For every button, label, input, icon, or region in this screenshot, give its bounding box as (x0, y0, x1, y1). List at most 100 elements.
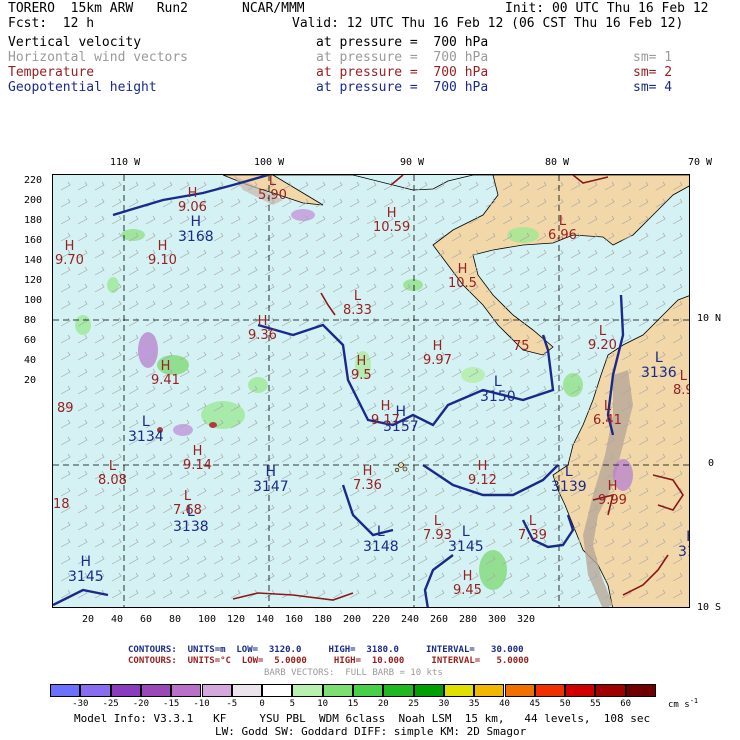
height-label: L 3136 (641, 350, 677, 381)
height-label: L 3148 (363, 524, 399, 555)
temperature-label: L 5.90 (258, 174, 287, 203)
lon-label-80w: 80 W (545, 157, 570, 168)
colorbar-label: -25 (102, 699, 119, 709)
colorbar-swatch (534, 684, 566, 697)
colorbar-swatch (625, 684, 656, 697)
temperature-label: L 6.96 (548, 214, 577, 243)
map-panel: H 3168 L 3136 L 3150 H 3157 L 3134 H 3147 L 3138 L 3148… (52, 174, 690, 608)
height-label: H 3147 (253, 464, 289, 495)
temperature-label: L 6.41 (593, 399, 622, 428)
temperature-label: H 9.97 (423, 339, 452, 368)
model-info: Model Info: V3.3.1 KF YSU PBL WDM 6class… (74, 712, 651, 725)
temperature-label: L 8.33 (343, 289, 372, 318)
colorbar-swatch (595, 684, 626, 697)
colorbar-swatch (353, 684, 384, 697)
temperature-label: L 8.08 (98, 459, 127, 488)
field-name-vertical-velocity: Vertical velocity (8, 35, 142, 50)
temperature-label: H 9.14 (183, 444, 212, 473)
colorbar-label: 25 (408, 699, 420, 709)
galapagos-2 (402, 466, 408, 472)
colorbar-label: 15 (347, 699, 359, 709)
colorbar-swatch (231, 684, 263, 697)
x-tick-label: 120 (227, 614, 246, 625)
field-level-wind-vectors: at pressure = 700 hPa (316, 50, 489, 65)
y-tick-label: 40 (24, 355, 37, 366)
colorbar-label: 40 (499, 699, 510, 709)
colorbar-swatch (413, 684, 444, 697)
x-tick-label: 40 (111, 614, 124, 625)
colorbar-label: 30 (438, 699, 450, 709)
temperature-label: H 9.99 (598, 479, 627, 508)
y-tick-label: 180 (24, 215, 43, 226)
lon-label-90w: 90 W (400, 157, 425, 168)
colorbar-swatch (383, 684, 414, 697)
height-label: H 3168 (178, 214, 214, 245)
temperature-label: H 9.41 (151, 359, 180, 388)
x-tick-label: 300 (488, 614, 507, 625)
lon-label-70w: 70 W (688, 157, 713, 168)
y-tick-label: 20 (24, 375, 37, 386)
x-tick-label: 320 (517, 614, 536, 625)
y-tick-label: 100 (24, 295, 43, 306)
colorbar-swatch (322, 684, 353, 697)
colorbar-swatch (262, 684, 293, 697)
barb-info: BARB VECTORS: FULL BARB = 10 kts (264, 668, 443, 678)
field-level-vertical-velocity: at pressure = 700 hPa (316, 35, 489, 50)
x-tick-label: 280 (459, 614, 478, 625)
temperature-label: H 10.5 (448, 262, 477, 291)
temperature-label: L8.9 (673, 369, 689, 398)
y-tick-label: 220 (24, 175, 43, 186)
colorbar-swatch (443, 684, 475, 697)
x-tick-label: 80 (169, 614, 182, 625)
x-tick-label: 140 (256, 614, 275, 625)
field-sm-geopotential: sm= 4 (633, 80, 673, 95)
y-tick-label: 160 (24, 235, 43, 246)
field-level-temperature: at pressure = 700 hPa (316, 65, 489, 80)
height-label: L 3139 (551, 464, 587, 495)
y-tick-label: 80 (24, 315, 37, 326)
colorbar-label: 5 (289, 699, 296, 709)
height-label: L 3150 (480, 374, 516, 405)
colorbar-swatch (110, 684, 141, 697)
temperature-label: H 9.06 (178, 186, 207, 215)
temperature-label: L 7.39 (518, 514, 547, 543)
height-label: H 3145 (68, 554, 104, 585)
colorbar-label: -20 (132, 699, 150, 709)
x-tick-label: 220 (372, 614, 391, 625)
x-tick-label: 180 (314, 614, 333, 625)
lat-label-10n: 10 N (697, 313, 722, 324)
y-tick-label: 120 (24, 275, 43, 286)
colorbar-label: 35 (468, 699, 480, 709)
lon-label-110w: 110 W (110, 157, 141, 168)
temperature-label: H 10.59 (373, 206, 411, 235)
temperature-label: H 9.5 (351, 354, 372, 383)
galapagos-3 (394, 467, 400, 473)
temperature-label: H 7.36 (353, 464, 382, 493)
height-label: L 3134 (128, 414, 164, 445)
colorbar-swatch (171, 684, 202, 697)
colorbar-label: -5 (226, 699, 238, 709)
temperature-label: L 7.68 (173, 489, 202, 518)
temperature-label: H 9.10 (148, 239, 177, 268)
x-tick-label: 160 (285, 614, 304, 625)
field-name-temperature: Temperature (8, 65, 95, 80)
x-tick-label: 100 (198, 614, 217, 625)
x-tick-label: 260 (430, 614, 449, 625)
temperature-label: H 9.17 (371, 399, 400, 428)
contour-info-temperature: CONTOURS: UNITS=°C LOW= 5.0000 HIGH= 10.… (128, 656, 529, 666)
colorbar-swatch (140, 684, 172, 697)
temperature-label: 75 (513, 339, 530, 354)
org-label: NCAR/MMM (242, 1, 305, 16)
colorbar-swatch (201, 684, 232, 697)
x-tick-label: 20 (82, 614, 95, 625)
temperature-label: L 7.93 (423, 514, 452, 543)
height-label: H313 (678, 530, 689, 560)
x-tick-label: 240 (401, 614, 420, 625)
colorbar-label: 45 (529, 699, 541, 709)
galapagos-1 (398, 462, 404, 468)
y-tick-label: 200 (24, 195, 43, 206)
colorbar-label: 60 (620, 699, 632, 709)
y-tick-label: 140 (24, 255, 43, 266)
colorbar-label: 55 (589, 699, 601, 709)
lat-label-0: 0 (708, 458, 715, 469)
